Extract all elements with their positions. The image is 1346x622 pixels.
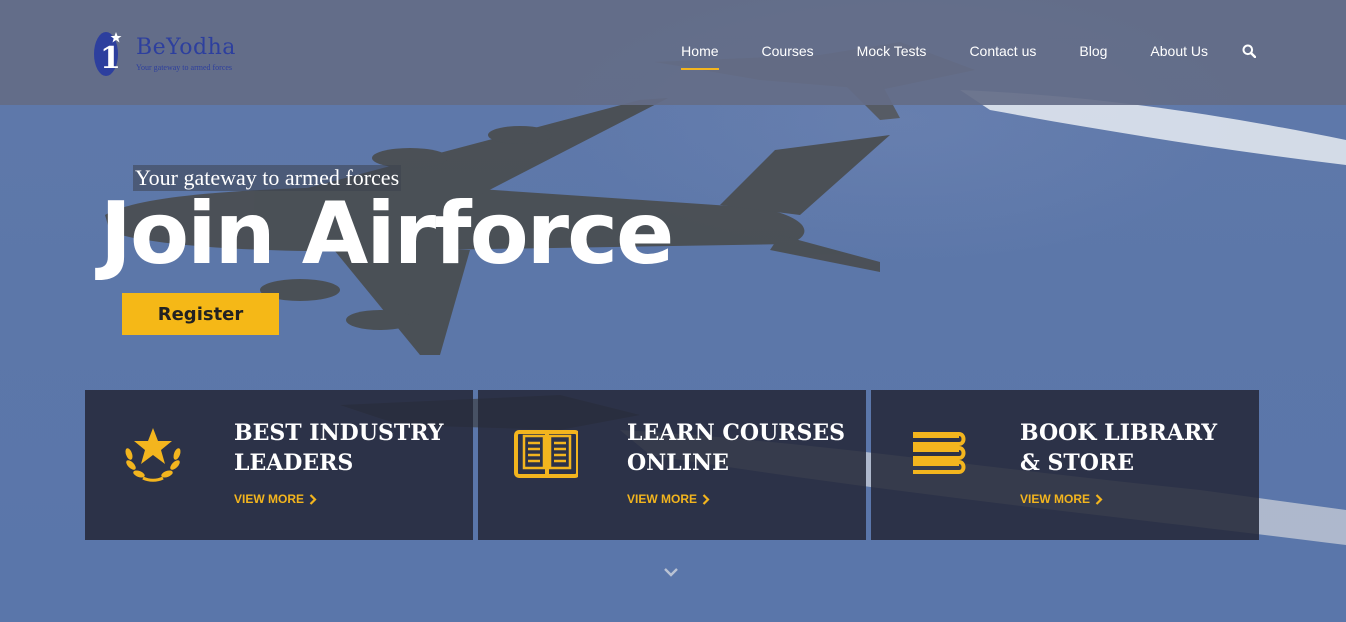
site-header: 1 BeYodha Your gateway to armed forces H…	[0, 0, 1346, 105]
view-more-label: VIEW MORE	[627, 492, 698, 506]
brand-logo[interactable]: 1 BeYodha Your gateway to armed forces	[92, 28, 262, 78]
chevron-right-icon	[702, 493, 710, 505]
main-nav: Home Courses Mock Tests Contact us Blog …	[681, 42, 1258, 70]
view-more-link[interactable]: VIEW MORE	[1020, 492, 1103, 506]
register-button[interactable]: Register	[122, 293, 279, 335]
feature-title-line1: LEARN COURSES	[627, 420, 846, 446]
feature-card-industry-leaders: BEST INDUSTRY LEADERS VIEW MORE	[85, 390, 473, 540]
view-more-link[interactable]: VIEW MORE	[234, 492, 317, 506]
brand-tagline: Your gateway to armed forces	[136, 63, 233, 72]
svg-text:1: 1	[100, 41, 121, 76]
nav-home[interactable]: Home	[681, 42, 719, 70]
hero-title: Join Airforce	[100, 184, 674, 284]
feature-card-book-library: BOOK LIBRARY & STORE VIEW MORE	[871, 390, 1259, 540]
search-icon[interactable]	[1242, 42, 1258, 60]
chevron-down-icon[interactable]	[663, 566, 679, 578]
open-book-icon	[514, 430, 578, 478]
view-more-label: VIEW MORE	[234, 492, 305, 506]
chevron-right-icon	[1095, 493, 1103, 505]
feature-card-learn-courses: LEARN COURSES ONLINE VIEW MORE	[478, 390, 866, 540]
feature-title-line2: & STORE	[1020, 450, 1134, 476]
brand-name: BeYodha	[136, 35, 236, 60]
chevron-right-icon	[309, 493, 317, 505]
nav-mock-tests[interactable]: Mock Tests	[857, 42, 927, 60]
feature-title-line2: ONLINE	[627, 450, 729, 476]
feature-title-line1: BEST INDUSTRY	[234, 420, 444, 446]
nav-contact-us[interactable]: Contact us	[969, 42, 1036, 60]
feature-title-line2: LEADERS	[234, 450, 354, 476]
feature-title-line1: BOOK LIBRARY	[1020, 420, 1218, 446]
book-stack-icon	[913, 432, 966, 474]
brand-mark-icon: 1	[94, 32, 122, 76]
nav-about-us[interactable]: About Us	[1150, 42, 1208, 60]
feature-cards: BEST INDUSTRY LEADERS VIEW MORE LEARN CO…	[85, 390, 1259, 540]
view-more-label: VIEW MORE	[1020, 492, 1091, 506]
view-more-link[interactable]: VIEW MORE	[627, 492, 710, 506]
nav-courses[interactable]: Courses	[762, 42, 814, 60]
nav-blog[interactable]: Blog	[1079, 42, 1107, 60]
laurel-star-icon	[125, 428, 181, 482]
